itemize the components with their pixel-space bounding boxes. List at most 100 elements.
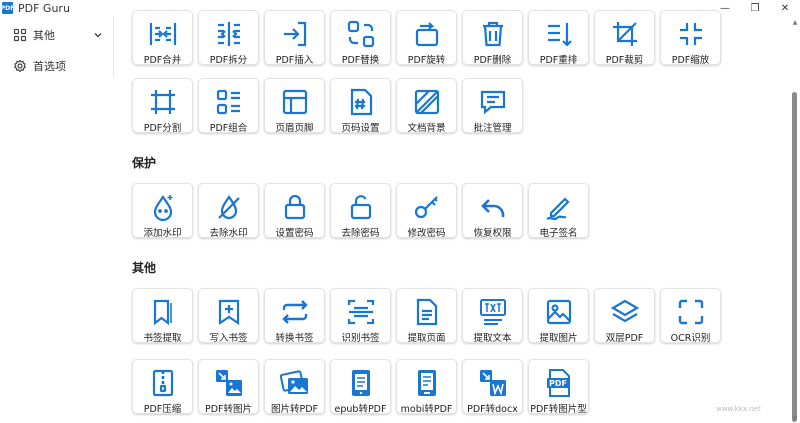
card-pdf-combine[interactable]: PDF组合 [198, 78, 259, 134]
undo-icon [481, 199, 505, 217]
watermark-remove-icon [218, 195, 240, 220]
card-change-password[interactable]: 修改密码 [396, 183, 457, 239]
watermark-add-icon [153, 195, 173, 222]
card-extract-images[interactable]: 提取图片 [528, 288, 589, 344]
card-pdf-to-docx[interactable]: PDF转docx [462, 359, 523, 415]
pdf-to-image-icon [216, 370, 242, 396]
card-pdf-reorder[interactable]: PDF重排 [528, 10, 589, 66]
scan-doc-icon [347, 299, 375, 325]
card-label: PDF删除 [473, 55, 512, 66]
vertical-scrollbar[interactable]: ▲ ▼ [790, 16, 800, 423]
sidebar-item-other[interactable]: 其他 [0, 22, 112, 48]
sidebar-item-label: 其他 [33, 29, 55, 42]
card-label: 去除水印 [209, 228, 248, 239]
card-bookmark-extract[interactable]: 书签提取 [132, 288, 193, 344]
sidebar-item-label: 首选项 [33, 60, 66, 73]
scrollbar-thumb[interactable] [792, 92, 797, 422]
comment-icon [480, 90, 506, 115]
close-button[interactable]: ✕ [770, 0, 800, 16]
card-add-watermark[interactable]: 添加水印 [132, 183, 193, 239]
chevron-down-icon[interactable] [92, 29, 104, 41]
watermark-text: www.kkx.net [716, 405, 761, 413]
card-label: 设置密码 [275, 228, 314, 239]
card-label: 图片转PDF [270, 404, 318, 415]
text-extract-icon [480, 299, 506, 325]
card-pdf-merge[interactable]: PDF合并 [132, 10, 193, 66]
card-label: 双层PDF [605, 333, 644, 344]
lock-icon [284, 194, 306, 220]
card-label: epub转PDF [334, 404, 387, 415]
split-icon [218, 22, 240, 46]
card-label: 页码设置 [341, 123, 380, 134]
card-pdf-to-image[interactable]: PDF转图片 [198, 359, 259, 415]
card-label: 转换书签 [275, 333, 314, 344]
background-icon [414, 89, 440, 115]
replace-icon [347, 20, 375, 48]
card-header-footer[interactable]: 页眉页脚 [264, 78, 325, 134]
scroll-up-icon[interactable]: ▲ [792, 20, 798, 26]
card-pdf-scale[interactable]: PDF缩放 [660, 10, 721, 66]
card-comment-manage[interactable]: 批注管理 [462, 78, 523, 134]
card-remove-password[interactable]: 去除密码 [330, 183, 391, 239]
card-label: OCR识别 [670, 333, 711, 344]
card-label: PDF拆分 [209, 55, 248, 66]
card-pdf-to-image-type[interactable]: PDF PDF转图片型 [528, 359, 589, 415]
scroll-down-icon[interactable]: ▼ [792, 416, 798, 422]
reorder-icon [548, 23, 572, 47]
section-title-protect: 保护 [132, 156, 157, 170]
merge-icon [149, 23, 177, 45]
card-label: 电子签名 [539, 228, 578, 239]
sidebar-item-preferences[interactable]: 首选项 [0, 53, 112, 79]
header-footer-icon [282, 89, 308, 115]
maximize-button[interactable]: ❐ [740, 0, 770, 16]
card-bookmark-convert[interactable]: 转换书签 [264, 288, 325, 344]
grid-cut-icon [151, 90, 175, 114]
card-label: 提取页面 [407, 333, 446, 344]
card-bookmark-recognize[interactable]: 识别书签 [330, 288, 391, 344]
card-page-number[interactable]: 页码设置 [330, 78, 391, 134]
card-pdf-split[interactable]: PDF拆分 [198, 10, 259, 66]
card-label: PDF转图片 [204, 404, 252, 415]
card-label: PDF旋转 [407, 55, 446, 66]
scan-frame-icon [678, 299, 704, 325]
svg-text:PDF: PDF [549, 379, 567, 388]
convert-icon [282, 300, 308, 324]
unlock-icon [350, 195, 372, 220]
card-extract-pages[interactable]: 提取页面 [396, 288, 457, 344]
card-epub-to-pdf[interactable]: epub转PDF [330, 359, 391, 415]
card-ocr[interactable]: OCR识别 [660, 288, 721, 344]
sidebar: 其他 首选项 [0, 16, 113, 423]
card-mobi-to-pdf[interactable]: mobi转PDF [396, 359, 457, 415]
card-label: PDF分割 [143, 123, 182, 134]
card-label: 书签提取 [143, 333, 182, 344]
card-image-to-pdf[interactable]: 图片转PDF [264, 359, 325, 415]
card-pdf-crop[interactable]: PDF裁剪 [594, 10, 655, 66]
card-label: PDF插入 [275, 55, 314, 66]
card-e-signature[interactable]: 电子签名 [528, 183, 589, 239]
card-doc-background[interactable]: 文档背景 [396, 78, 457, 134]
layers-icon [610, 299, 640, 323]
card-label: 文档背景 [407, 123, 446, 134]
card-pdf-delete[interactable]: PDF删除 [462, 10, 523, 66]
card-pdf-rotate[interactable]: PDF旋转 [396, 10, 457, 66]
grid-icon [13, 28, 27, 42]
card-label: PDF裁剪 [605, 55, 644, 66]
card-set-password[interactable]: 设置密码 [264, 183, 325, 239]
card-dual-layer-pdf[interactable]: 双层PDF [594, 288, 655, 344]
card-pdf-insert[interactable]: PDF插入 [264, 10, 325, 66]
gear-icon [13, 59, 27, 73]
card-label: PDF转图片型 [530, 404, 587, 415]
card-pdf-grid-split[interactable]: PDF分割 [132, 78, 193, 134]
app-title: PDF Guru [18, 1, 70, 15]
card-extract-text[interactable]: 提取文本 [462, 288, 523, 344]
card-pdf-compress[interactable]: PDF压缩 [132, 359, 193, 415]
card-restore-permission[interactable]: 恢复权限 [462, 183, 523, 239]
card-remove-watermark[interactable]: 去除水印 [198, 183, 259, 239]
main-content: PDF合并 PDF拆分 PDF插入 PDF替换 PDF旋转 PDF删除 PDF重… [114, 10, 790, 423]
card-pdf-replace[interactable]: PDF替换 [330, 10, 391, 66]
signature-icon [546, 197, 570, 221]
bookmark-icon [153, 299, 172, 326]
word-icon [480, 370, 506, 396]
card-bookmark-write[interactable]: 写入书签 [198, 288, 259, 344]
card-label: 页眉页脚 [275, 123, 314, 134]
